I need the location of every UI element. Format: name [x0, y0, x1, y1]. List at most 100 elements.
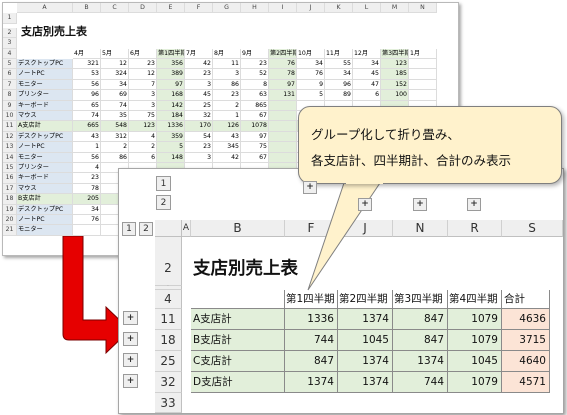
small-row-number: 15 — [3, 163, 17, 174]
small-col-header-cell: E — [157, 3, 185, 14]
quarter-value-cell: 1079 — [448, 372, 502, 393]
sheet-title: 支店別売上表 — [193, 259, 298, 279]
small-row-number: 17 — [3, 183, 17, 195]
row-header[interactable]: 32 — [155, 372, 182, 393]
small-item-name: モニター — [17, 152, 73, 163]
row-header[interactable]: 18 — [155, 330, 182, 351]
small-col-header-cell: L — [353, 3, 381, 14]
quarter-value-cell: 1079 — [448, 330, 502, 351]
small-item-name: マウス — [17, 183, 73, 195]
small-value-cell: 8 — [241, 79, 269, 91]
small-item-name: キーボード — [17, 173, 73, 184]
small-item-name: モニター — [17, 225, 73, 236]
small-month-header: 12月 — [353, 48, 381, 59]
total-value-cell: 3715 — [502, 330, 550, 351]
small-value-cell — [73, 225, 101, 236]
select-all-corner[interactable] — [155, 220, 182, 237]
small-col-header-cell: K — [325, 3, 353, 14]
column-header-r[interactable]: R — [448, 220, 502, 237]
small-value-cell: 7 — [129, 79, 157, 91]
small-value-cell: 12 — [129, 69, 157, 80]
small-value-cell — [409, 79, 437, 91]
small-value-cell: 148 — [157, 152, 185, 163]
row-expand-button[interactable]: + — [123, 374, 138, 388]
header-q3: 第3四半期 — [393, 290, 448, 309]
small-value-cell: 75 — [241, 142, 269, 153]
total-value-cell: 4640 — [502, 351, 550, 372]
small-month-header: 4月 — [73, 48, 101, 59]
outline-column-level-2-box[interactable]: 2 — [156, 195, 171, 210]
small-row-number: 18 — [3, 194, 17, 205]
callout-join — [346, 180, 383, 184]
small-value-cell: 75 — [129, 111, 157, 122]
small-value-cell: 43 — [213, 131, 241, 143]
small-value-cell: 23 — [73, 173, 101, 184]
small-value-cell: 67 — [241, 111, 269, 122]
column-group-expand-button[interactable]: + — [413, 198, 427, 211]
small-value-cell: 123 — [129, 121, 157, 132]
small-value-cell: 32 — [185, 111, 213, 122]
quarter-value-cell: 744 — [393, 372, 448, 393]
row-header[interactable]: 2 — [155, 237, 182, 286]
small-value-cell: 3 — [213, 69, 241, 80]
row-header[interactable]: 4 — [155, 290, 182, 309]
row-expand-button[interactable]: + — [123, 332, 138, 346]
small-col-header-cell: I — [269, 3, 297, 14]
small-value-cell: 123 — [381, 59, 409, 70]
small-item-name: ノートPC — [17, 69, 73, 80]
outline-level-2-button[interactable]: 2 — [139, 222, 153, 236]
small-value-cell: 5 — [297, 90, 325, 101]
small-month-header: 6月 — [129, 48, 157, 59]
small-row-number: 1 — [3, 13, 17, 24]
small-value-cell: 3 — [185, 152, 213, 163]
small-row-number: 21 — [3, 225, 17, 236]
quarter-value-cell: 1374 — [338, 372, 393, 393]
column-header-b[interactable]: B — [191, 220, 285, 237]
row-expand-button[interactable]: + — [123, 311, 138, 325]
column-header-n[interactable]: N — [393, 220, 448, 237]
small-value-cell — [269, 100, 297, 111]
small-value-cell: 3 — [129, 100, 157, 111]
small-value-cell: 86 — [213, 79, 241, 91]
quarter-value-cell: 847 — [393, 309, 448, 330]
small-value-cell: 345 — [213, 142, 241, 153]
small-col-header-cell: J — [297, 3, 325, 14]
row-header[interactable]: 33 — [155, 393, 182, 413]
quarter-value-cell: 847 — [285, 351, 338, 372]
callout-text-line1: グループ化して折り畳み、 — [311, 127, 460, 142]
header-total: 合計 — [502, 290, 550, 309]
small-value-cell: 321 — [73, 59, 101, 70]
small-value-cell: 100 — [381, 90, 409, 101]
row-header[interactable]: 11 — [155, 309, 182, 330]
branch-total-label: D支店計 — [191, 372, 285, 393]
column-group-expand-button[interactable]: + — [303, 181, 317, 194]
small-value-cell: 34 — [353, 59, 381, 70]
row-header[interactable]: 25 — [155, 351, 182, 372]
small-item-name: マウス — [17, 111, 73, 122]
quarter-value-cell: 1336 — [285, 309, 338, 330]
outline-level-1-button[interactable]: 1 — [122, 222, 136, 236]
small-row-number: 5 — [3, 59, 17, 70]
small-value-cell: 97 — [269, 79, 297, 91]
small-value-cell: 359 — [157, 131, 185, 143]
small-col-header-cell: H — [241, 3, 269, 14]
quarter-value-cell: 1045 — [448, 351, 502, 372]
column-group-expand-button[interactable]: + — [467, 198, 481, 211]
row-expand-button[interactable]: + — [123, 353, 138, 367]
small-month-header: 11月 — [325, 48, 353, 59]
small-value-cell — [269, 142, 297, 153]
small-value-cell: 1 — [213, 111, 241, 122]
column-group-expand-button[interactable]: + — [358, 198, 372, 211]
column-header-a[interactable]: A — [182, 220, 191, 237]
small-value-cell: 168 — [157, 90, 185, 101]
column-header-s[interactable]: S — [502, 220, 563, 237]
small-col-header-cell: G — [213, 3, 241, 14]
small-col-header-cell: M — [381, 3, 409, 14]
small-month-header: 7月 — [185, 48, 213, 59]
small-value-cell: 23 — [185, 142, 213, 153]
small-value-cell — [269, 121, 297, 132]
small-value-cell: 4 — [129, 131, 157, 143]
outline-column-level-1-box[interactable]: 1 — [156, 176, 171, 191]
small-value-cell: 42 — [185, 59, 213, 70]
small-month-header: 第1四半期 — [157, 48, 185, 59]
